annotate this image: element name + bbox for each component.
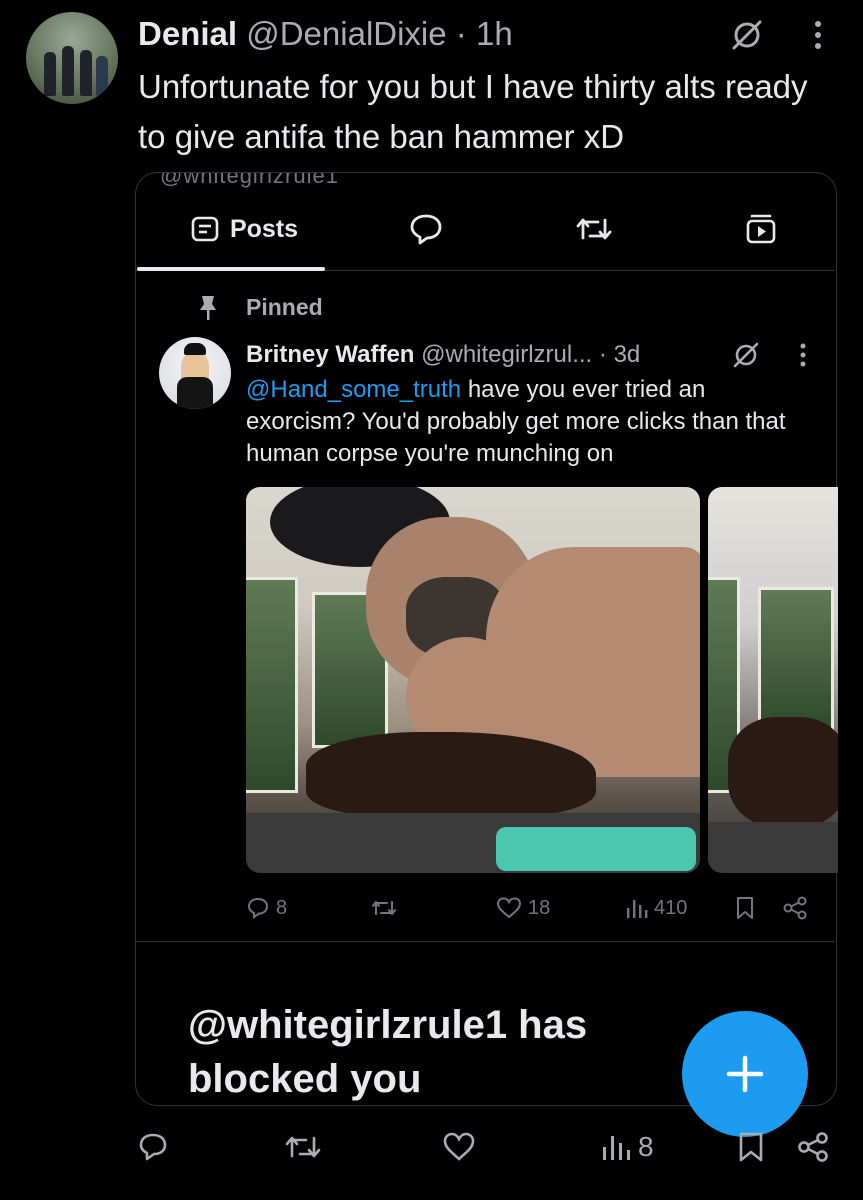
view-count: 410: [654, 896, 688, 919]
posts-icon: [191, 216, 219, 242]
views-button[interactable]: 8: [600, 1131, 654, 1163]
tweet-text: Unfortunate for you but I have thirty al…: [138, 68, 808, 155]
pinned-like-button[interactable]: 18: [496, 896, 550, 920]
grok-icon[interactable]: [730, 18, 764, 52]
view-count: 8: [638, 1131, 654, 1162]
post-time[interactable]: 1h: [476, 15, 513, 52]
pinned-reply-button[interactable]: 8: [246, 896, 287, 920]
repost-button[interactable]: [284, 1131, 330, 1163]
separator-dot: ·: [455, 15, 467, 52]
cut-off-handle: @whitegirlzrule1: [160, 163, 339, 188]
tweet-header: Denial @DenialDixie · 1h: [138, 14, 513, 54]
tab-replies[interactable]: [386, 190, 466, 268]
repost-icon: [372, 901, 396, 915]
tab-posts-label: Posts: [229, 214, 299, 243]
pinned-views-button[interactable]: 410: [624, 896, 687, 920]
repost-icon: [285, 1136, 321, 1158]
more-options-icon[interactable]: [795, 341, 811, 369]
views-icon: [603, 1136, 630, 1160]
author-name[interactable]: Denial: [138, 15, 237, 52]
bookmark-icon[interactable]: [736, 1131, 766, 1163]
author-avatar[interactable]: [26, 12, 118, 104]
tab-reposts[interactable]: [554, 190, 634, 268]
pinned-author-avatar[interactable]: [159, 337, 231, 409]
pinned-repost-button[interactable]: [370, 896, 404, 920]
author-handle[interactable]: @DenialDixie: [246, 15, 446, 52]
views-icon: [627, 900, 648, 918]
pinned-post-header: Britney Waffen @whitegirlzrul... · 3d: [246, 338, 640, 372]
divider: [136, 941, 834, 942]
heart-icon: [496, 897, 522, 919]
pinned-author-handle[interactable]: @whitegirlzrul...: [421, 341, 592, 368]
tab-media[interactable]: [721, 190, 801, 268]
blocked-message: @whitegirlzrule1 has blocked you: [188, 1003, 588, 1101]
pinned-label: Pinned: [246, 294, 323, 320]
pin-icon: [200, 296, 216, 320]
post-image-2[interactable]: [708, 487, 838, 873]
active-tab-indicator: [137, 267, 325, 271]
share-icon[interactable]: [782, 896, 808, 920]
like-count: 18: [528, 896, 551, 919]
pinned-post-time[interactable]: 3d: [614, 341, 641, 368]
grok-icon[interactable]: [732, 341, 760, 369]
pinned-author-name[interactable]: Britney Waffen: [246, 341, 414, 368]
separator-dot: ·: [598, 341, 607, 368]
pinned-post-text: @Hand_some_truth have you ever tried an …: [246, 374, 806, 470]
post-image-1[interactable]: [246, 487, 700, 873]
more-options-icon[interactable]: [806, 18, 830, 52]
share-icon[interactable]: [796, 1131, 830, 1163]
reply-icon: [410, 214, 442, 245]
profile-tabs: Posts: [136, 190, 834, 271]
tab-posts[interactable]: Posts: [162, 190, 326, 268]
reply-icon: [139, 1133, 167, 1161]
compose-button[interactable]: [682, 1011, 808, 1137]
heart-icon: [443, 1132, 475, 1161]
reply-icon: [247, 897, 269, 919]
reply-button[interactable]: [137, 1131, 177, 1163]
like-button[interactable]: [442, 1131, 484, 1163]
mention-link[interactable]: @Hand_some_truth: [246, 376, 461, 403]
plus-icon: [726, 1055, 764, 1093]
reply-count: 8: [276, 896, 288, 919]
repost-icon: [576, 218, 612, 240]
bookmark-icon[interactable]: [734, 896, 756, 920]
media-icon: [746, 214, 776, 244]
